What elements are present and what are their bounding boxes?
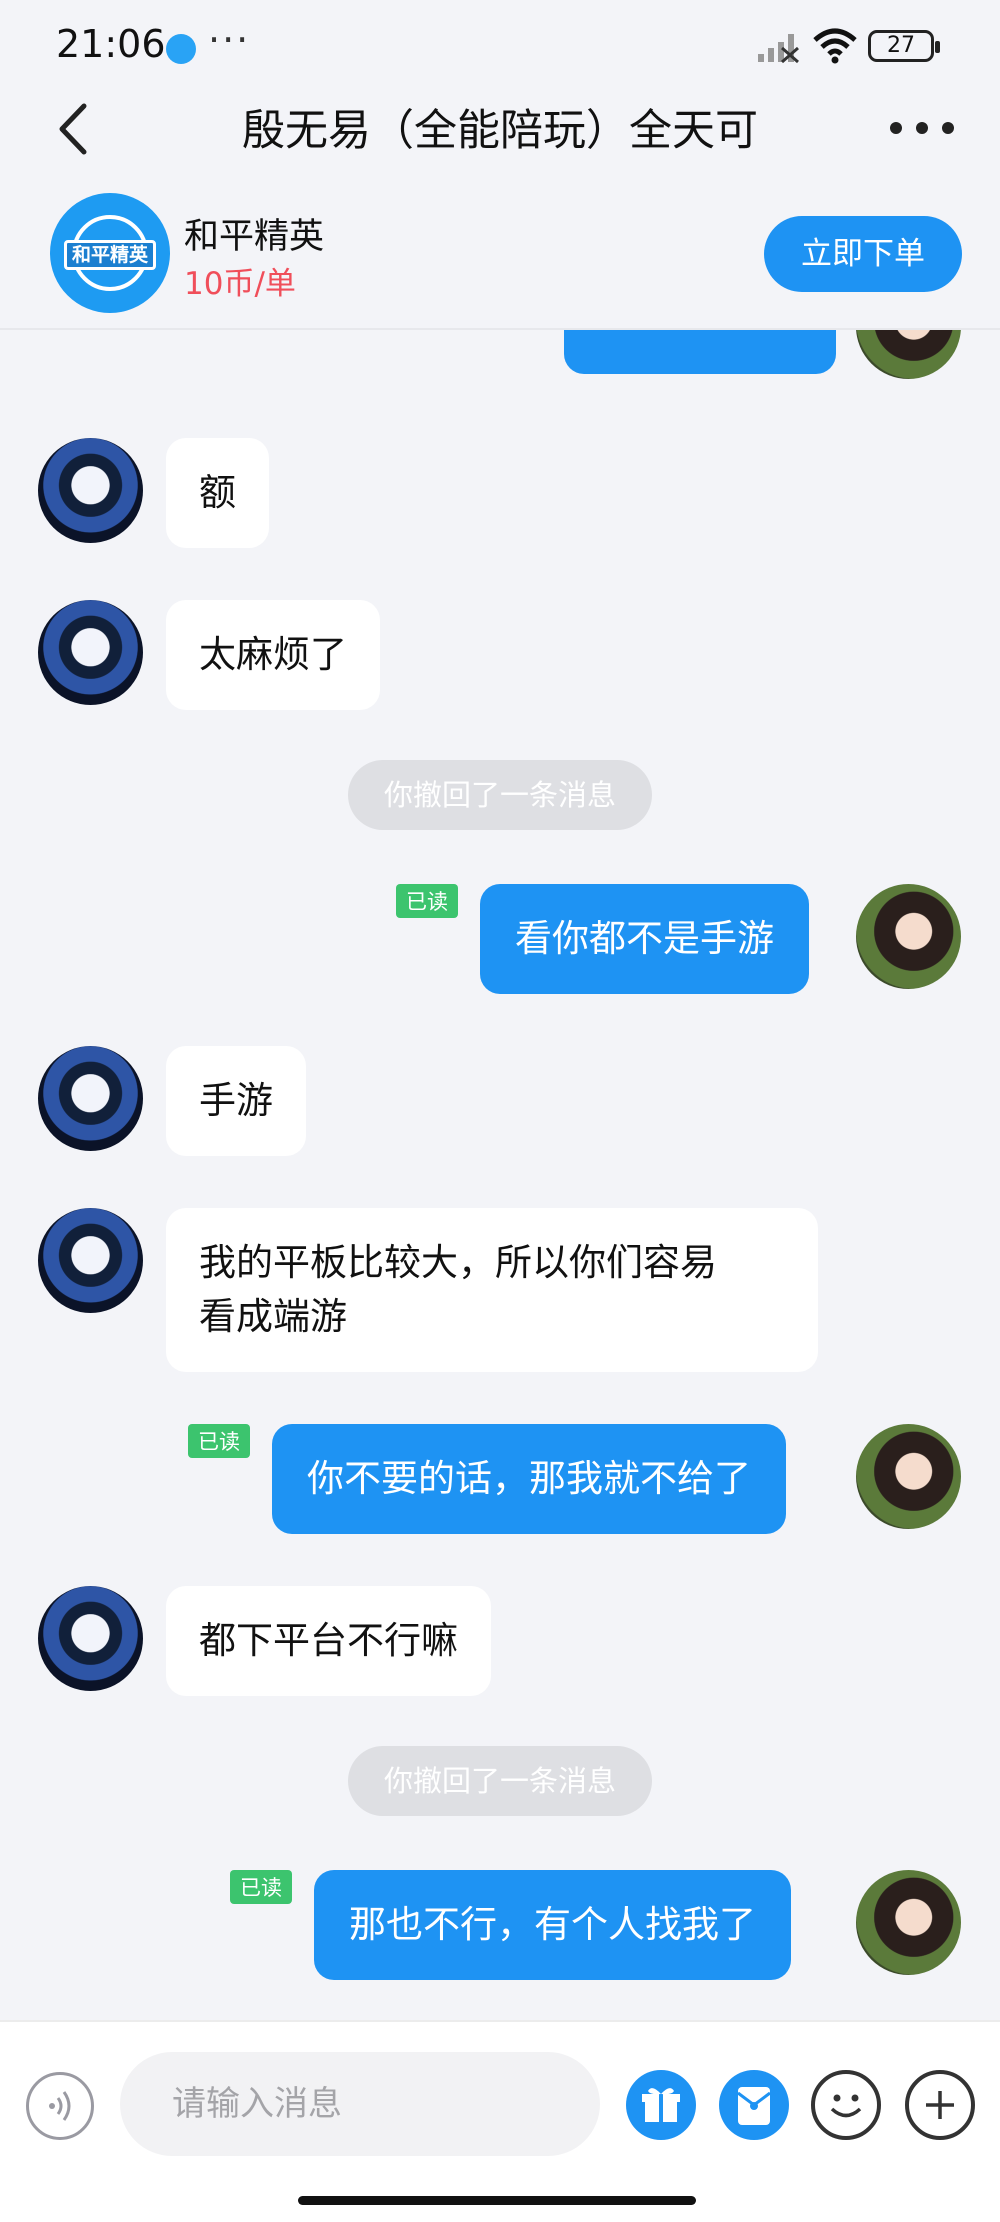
- message-list[interactable]: 微信给一单 额 太麻烦了 你撤回了一条消息 已读 看你都不是手游 手游 我的平板…: [0, 330, 1000, 2020]
- message-bubble-sent[interactable]: 那也不行，有个人找我了: [314, 1870, 791, 1980]
- message-bubble-sent[interactable]: 看你都不是手游: [480, 884, 809, 994]
- status-bar: 21:06 ··· 27: [0, 0, 1000, 90]
- recall-notice: 你撤回了一条消息: [348, 1746, 652, 1816]
- message-text: 手游: [199, 1079, 273, 1122]
- chat-title: 殷无易（全能陪玩）全天可: [242, 106, 758, 156]
- message-text-line: 我的平板比较大，所以你们容易: [199, 1241, 717, 1284]
- more-notifications-icon: ···: [208, 18, 251, 62]
- message-text: 太麻烦了: [199, 633, 347, 676]
- voice-input-icon[interactable]: [26, 2072, 94, 2140]
- game-order-card: 和平精英 和平精英 10币/单 立即下单: [0, 180, 1000, 330]
- game-logo-text: 和平精英: [64, 240, 156, 270]
- read-badge: 已读: [188, 1424, 250, 1458]
- contact-avatar[interactable]: [38, 600, 143, 705]
- contact-avatar[interactable]: [38, 1586, 143, 1691]
- message-text: 看你都不是手游: [515, 917, 774, 960]
- recall-notice: 你撤回了一条消息: [348, 760, 652, 830]
- more-options-icon[interactable]: [882, 108, 962, 148]
- emoji-icon[interactable]: [811, 2070, 881, 2140]
- message-text: 额: [199, 471, 236, 514]
- contact-avatar[interactable]: [38, 438, 143, 543]
- message-text: 你不要的话，那我就不给了: [307, 1457, 751, 1500]
- status-time: 21:06: [56, 22, 166, 66]
- game-name: 和平精英: [184, 217, 325, 257]
- message-bubble-received[interactable]: 我的平板比较大，所以你们容易 看成端游: [166, 1208, 818, 1372]
- read-badge: 已读: [230, 1870, 292, 1904]
- my-avatar[interactable]: [856, 330, 961, 379]
- message-text: 那也不行，有个人找我了: [349, 1903, 756, 1946]
- game-logo: 和平精英: [50, 193, 170, 313]
- message-bubble-sent[interactable]: 你不要的话，那我就不给了: [272, 1424, 786, 1534]
- message-text: 都下平台不行嘛: [199, 1619, 458, 1662]
- game-price: 10币/单: [184, 266, 296, 302]
- message-bubble-received[interactable]: 都下平台不行嘛: [166, 1586, 491, 1696]
- message-bubble-received[interactable]: 手游: [166, 1046, 306, 1156]
- chat-header: 殷无易（全能陪玩）全天可: [0, 80, 1000, 180]
- wifi-icon: [813, 28, 857, 64]
- input-bar: [0, 2020, 1000, 2222]
- home-indicator[interactable]: [298, 2196, 696, 2205]
- my-avatar[interactable]: [856, 884, 961, 989]
- message-bubble-sent[interactable]: 微信给一单: [564, 330, 836, 374]
- red-packet-icon[interactable]: [719, 2070, 789, 2140]
- message-bubble-received[interactable]: 太麻烦了: [166, 600, 380, 710]
- add-more-icon[interactable]: [905, 2070, 975, 2140]
- contact-avatar[interactable]: [38, 1208, 143, 1313]
- order-now-button[interactable]: 立即下单: [764, 216, 962, 292]
- read-badge: 已读: [396, 884, 458, 918]
- battery-icon: 27: [868, 30, 940, 62]
- message-input[interactable]: [120, 2052, 600, 2156]
- message-bubble-received[interactable]: 额: [166, 438, 269, 548]
- gift-icon[interactable]: [626, 2070, 696, 2140]
- signal-icon: [758, 34, 799, 64]
- message-text-line: 看成端游: [199, 1295, 347, 1338]
- my-avatar[interactable]: [856, 1424, 961, 1529]
- my-avatar[interactable]: [856, 1870, 961, 1975]
- contact-avatar[interactable]: [38, 1046, 143, 1151]
- app-notification-icon: [166, 34, 196, 64]
